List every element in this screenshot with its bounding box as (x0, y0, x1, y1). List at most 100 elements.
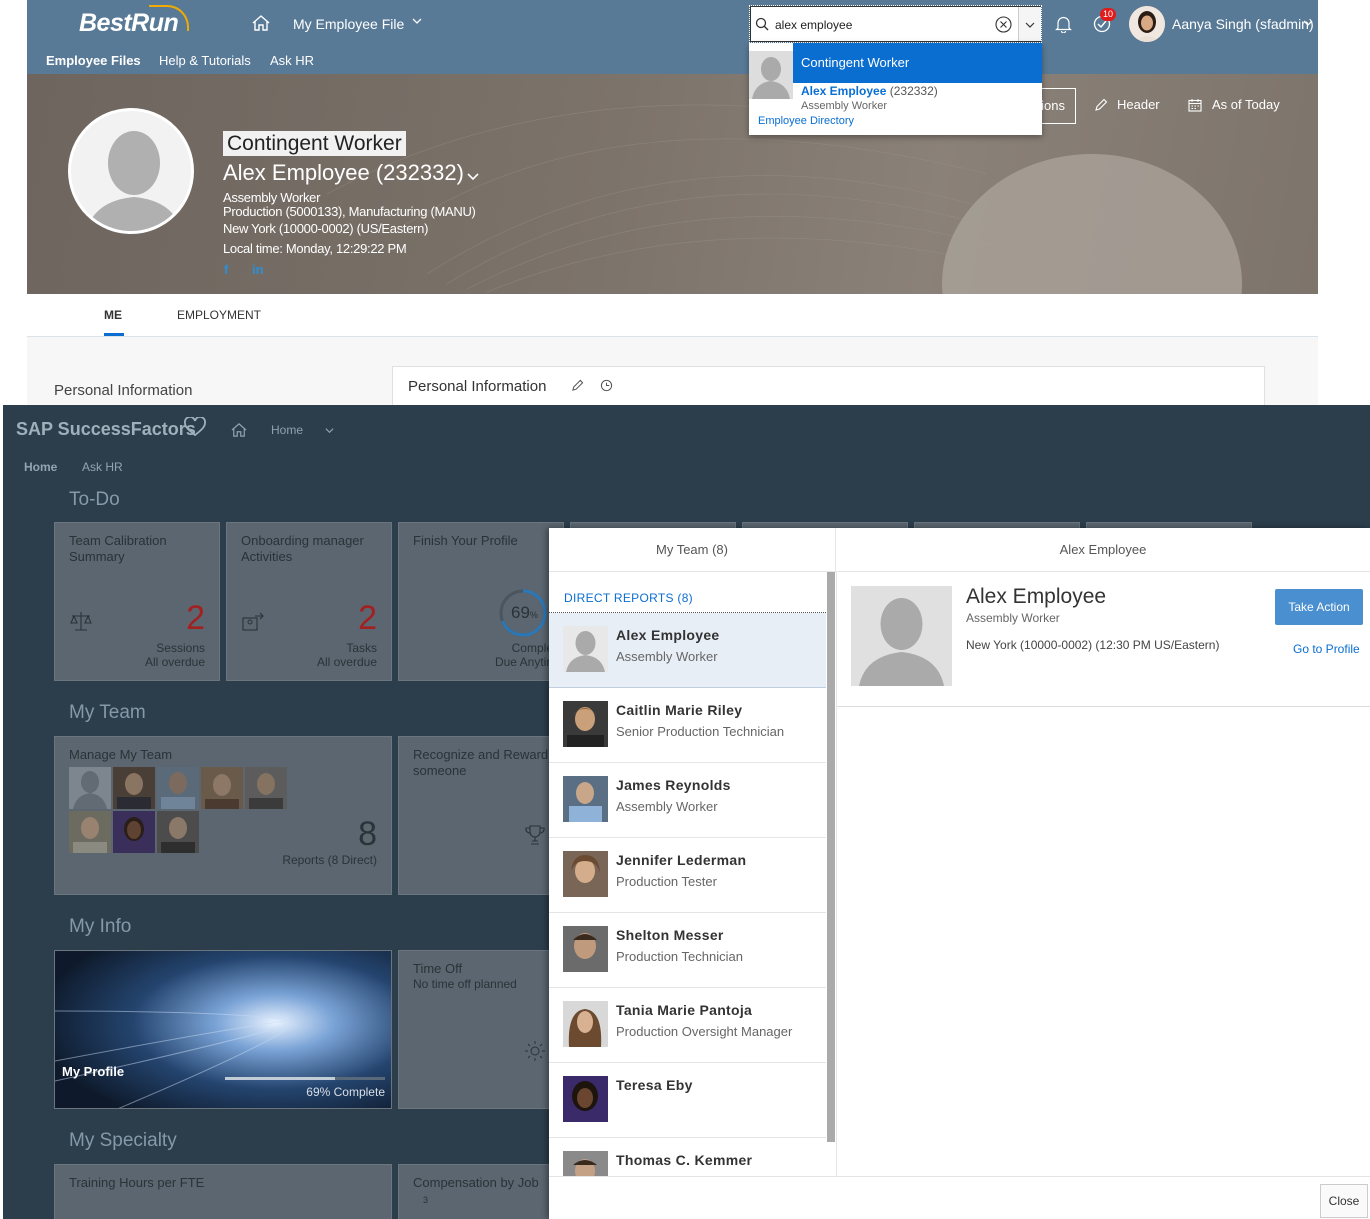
tile-manage-my-team[interactable]: Manage My Team 8 Reports (8 Direct) (54, 736, 392, 895)
employee-file-screenshot: BestRun My Employee File Employee Files … (27, 0, 1318, 405)
scales-icon (70, 612, 92, 631)
chevron-down-icon[interactable] (467, 170, 479, 182)
face-icon (572, 1081, 598, 1111)
home-page-screenshot: SAP SuccessFactors Home Home Ask HR To-D… (3, 405, 1370, 1219)
section-todo: To-Do (69, 489, 120, 510)
team-member-row[interactable]: Caitlin Marie Riley Senior Production Te… (549, 688, 826, 763)
tab-me[interactable]: ME (104, 308, 122, 322)
search-scope-dropdown[interactable] (1018, 7, 1041, 41)
subnav-home[interactable]: Home (24, 460, 57, 474)
team-count: 8 (358, 815, 377, 853)
profile-photo[interactable] (68, 108, 194, 234)
section-my-info: My Info (69, 916, 132, 937)
profile-name[interactable]: Alex Employee (232332) (223, 160, 464, 186)
history-icon[interactable] (600, 379, 613, 392)
employee-directory-link[interactable]: Employee Directory (758, 115, 854, 127)
profile-location: New York (10000-0002) (US/Eastern) (223, 221, 429, 236)
heart-icon (184, 417, 206, 437)
sap-successfactors-logo[interactable]: SAP SuccessFactors (16, 419, 196, 440)
tile-status: All overdue (144, 655, 205, 669)
subnav-ask-hr[interactable]: Ask HR (270, 53, 314, 68)
chevron-down-icon[interactable] (412, 16, 422, 26)
tile-compensation[interactable]: Compensation by Job 3 (398, 1164, 564, 1219)
tile-finish-profile[interactable]: Finish Your Profile 69% Complete Due Any… (398, 522, 564, 681)
bell-icon[interactable] (1055, 15, 1072, 33)
team-photo (69, 811, 111, 853)
search-input[interactable] (775, 16, 985, 34)
nav-menu-label[interactable]: My Employee File (293, 16, 404, 32)
person-silhouette-icon (752, 57, 790, 99)
member-name: James Reynolds (616, 777, 731, 793)
member-title: Senior Production Technician (616, 724, 785, 739)
team-member-row[interactable]: Thomas C. Kemmer (549, 1138, 826, 1176)
clear-icon[interactable] (995, 16, 1012, 33)
section-my-specialty: My Specialty (69, 1130, 177, 1151)
linkedin-icon[interactable]: in (252, 262, 264, 277)
user-name[interactable]: Aanya Singh (sfadmin) (1172, 16, 1314, 32)
search-box[interactable] (749, 5, 1042, 43)
tab-employment[interactable]: EMPLOYMENT (177, 308, 261, 322)
close-button[interactable]: Close (1320, 1184, 1368, 1218)
tile-title: Finish Your Profile (413, 533, 518, 548)
profile-tabs: ME EMPLOYMENT (27, 294, 1318, 337)
team-photo (113, 811, 155, 853)
header-button[interactable]: Header (1117, 97, 1160, 112)
member-title: Assembly Worker (616, 649, 718, 664)
chevron-down-icon[interactable] (1303, 18, 1313, 28)
home-icon[interactable] (252, 15, 270, 31)
tile-time-off[interactable]: Time Off No time off planned (398, 950, 564, 1109)
team-member-row[interactable]: Jennifer Lederman Production Tester (549, 838, 826, 913)
member-photo (563, 1151, 608, 1176)
team-member-row[interactable]: Shelton Messer Production Technician (549, 913, 826, 988)
facebook-icon[interactable]: f (224, 262, 228, 277)
team-photo (113, 767, 155, 809)
tile-onboarding-activities[interactable]: Onboarding manager Activities 2 Tasks Al… (226, 522, 392, 681)
popup-footer: Close (549, 1176, 1370, 1219)
as-of-today-button[interactable]: As of Today (1212, 97, 1280, 112)
member-name: Caitlin Marie Riley (616, 702, 743, 718)
tile-training-hours[interactable]: Training Hours per FTE (54, 1164, 392, 1219)
tile-my-profile[interactable]: My Profile 69% Complete (54, 950, 392, 1109)
member-name: Shelton Messer (616, 927, 724, 943)
tile-count: 2 (358, 599, 377, 637)
nav-menu-label[interactable]: Home (271, 423, 303, 437)
home-icon[interactable] (231, 423, 247, 437)
pencil-icon[interactable] (571, 379, 584, 392)
chevron-down-icon[interactable] (325, 426, 334, 435)
section-my-team: My Team (69, 702, 146, 723)
tile-recognize-reward[interactable]: Recognize and Reward someone (398, 736, 564, 895)
member-photo (563, 776, 608, 822)
tile-title: Compensation by Job (413, 1175, 539, 1190)
team-member-row[interactable]: Tania Marie Pantoja Production Oversight… (549, 988, 826, 1063)
member-photo (563, 1001, 608, 1047)
take-action-button[interactable]: Take Action (1275, 589, 1363, 625)
team-member-row[interactable]: Teresa Eby (549, 1063, 826, 1138)
contingent-worker-badge: Contingent Worker (223, 131, 406, 156)
suggestion-contingent-worker[interactable]: Contingent Worker (793, 43, 1042, 83)
team-member-row[interactable]: James Reynolds Assembly Worker (549, 763, 826, 838)
face-icon (161, 772, 195, 809)
face-icon (124, 817, 144, 841)
list-scrollbar[interactable] (827, 572, 835, 1142)
subnav-employee-files[interactable]: Employee Files (46, 53, 141, 68)
profile-department: Production (5000133), Manufacturing (MAN… (223, 204, 476, 219)
team-photo (245, 767, 287, 809)
team-member-row[interactable]: Alex Employee Assembly Worker (549, 613, 826, 688)
user-avatar[interactable] (1129, 6, 1165, 42)
bestrun-logo[interactable]: BestRun (79, 5, 189, 38)
subnav-ask-hr[interactable]: Ask HR (82, 460, 123, 474)
pencil-icon (1095, 98, 1108, 111)
member-photo (563, 626, 608, 672)
my-team-popup: My Team (8) Alex Employee DIRECT REPORTS… (549, 528, 1370, 1219)
tile-team-calibration[interactable]: Team Calibration Summary 2 Sessions All … (54, 522, 220, 681)
chevron-down-icon (1025, 22, 1035, 28)
suggestion-alex-employee[interactable]: Alex Employee (232332) (801, 84, 938, 98)
face-icon (249, 773, 283, 809)
go-to-profile-link[interactable]: Go to Profile (1293, 642, 1360, 656)
member-photo (563, 1076, 608, 1122)
direct-reports-label[interactable]: DIRECT REPORTS (8) (564, 591, 693, 605)
search-icon (755, 17, 769, 31)
team-photo (157, 767, 199, 809)
team-list-header: My Team (8) (549, 528, 836, 572)
subnav-help-tutorials[interactable]: Help & Tutorials (159, 53, 251, 68)
